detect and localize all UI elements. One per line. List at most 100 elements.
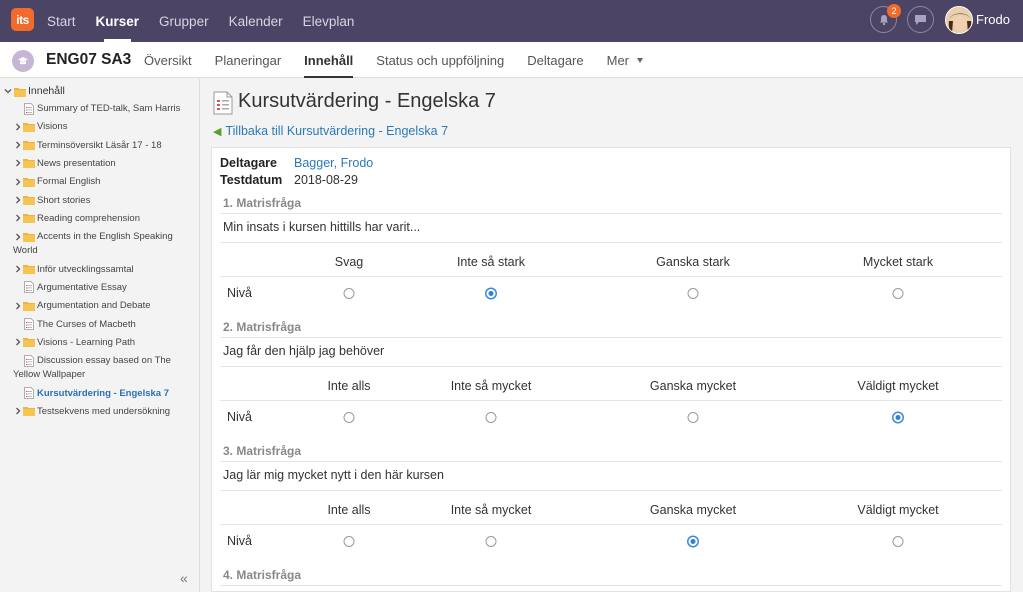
tab-planeringar[interactable]: Planeringar [215,42,282,78]
survey-card: Deltagare Bagger, Frodo Testdatum 2018-0… [211,147,1011,592]
avatar[interactable] [945,6,973,34]
divider [220,276,1002,277]
matrix-column-header: Svag [334,255,364,269]
tree-item[interactable]: Summary of TED-talk, Sam Harris [13,102,198,116]
matrix-radio[interactable] [343,536,355,547]
matrix-radio[interactable] [892,412,904,423]
tab-innehall[interactable]: Innehåll [304,42,354,78]
tree-item[interactable]: Argumentative Essay [13,281,198,295]
tree-item[interactable]: Terminsöversikt Läsår 17 - 18 [13,139,198,153]
matrix-column-header: Inte så mycket [450,379,532,393]
username[interactable]: Frodo [976,12,1010,27]
tree-item-label: Formal English [37,175,100,189]
tree-item[interactable]: Kursutvärdering - Engelska 7 [13,387,198,401]
divider [220,524,1002,525]
its-logo[interactable]: its [11,8,34,31]
tree-item-label-line: World [13,244,38,256]
divider [220,461,1002,462]
question-heading: 3. Matrisfråga [223,444,302,458]
matrix-radio[interactable] [485,412,497,423]
tree-item[interactable]: Reading comprehension [13,212,198,226]
chevron-right-icon[interactable] [13,263,22,276]
top-nav: Start Kurser Grupper Kalender Elevplan [47,0,374,42]
matrix-row-label: Nivå [227,286,253,300]
tab-status[interactable]: Status och uppföljning [376,42,504,78]
chevron-right-icon[interactable] [13,194,22,207]
matrix-radio[interactable] [687,288,699,299]
notification-badge: 2 [887,4,901,18]
matrix-radio[interactable] [485,536,497,547]
tree-item-label-line: Short stories [37,194,91,206]
messages-button[interactable] [907,6,934,33]
matrix-radio[interactable] [687,412,699,423]
survey-document-icon [213,91,233,115]
chevron-right-icon[interactable] [13,175,22,188]
chat-icon [915,14,926,25]
course-title: ENG07 SA3 [46,51,132,68]
tab-mer-label: Mer [606,52,629,68]
topnav-grupper[interactable]: Grupper [159,0,209,42]
course-tabs: Översikt Planeringar Innehåll Status och… [144,42,666,78]
tree-item[interactable]: The Curses of Macbeth [13,318,198,332]
tree-item[interactable]: Short stories [13,194,198,208]
testdate-value: 2018-08-29 [294,173,358,187]
chevron-right-icon[interactable] [13,212,22,225]
tree-item-label-line: Summary of TED-talk, Sam Harris [37,103,181,114]
tree-item[interactable]: Formal English [13,175,198,189]
chevron-right-icon[interactable] [13,299,22,312]
matrix-radio[interactable] [892,536,904,547]
tree-item[interactable]: Testsekvens med undersökning [13,405,198,419]
folder-icon [23,194,37,205]
tree-item[interactable]: Visions - Learning Path [13,336,198,350]
participant-link[interactable]: Bagger, Frodo [294,156,373,170]
tree-item[interactable]: Discussion essay based on The Yellow Wall… [13,354,198,381]
question-text: Min insats i kursen hittills har varit..… [223,220,421,234]
tab-oversikt[interactable]: Översikt [144,42,192,78]
matrix-radio[interactable] [892,288,904,299]
topnav-elevplan[interactable]: Elevplan [303,0,355,42]
chevron-right-icon[interactable] [13,405,22,418]
back-link-label: Tillbaka till Kursutvärdering - Engelska… [225,124,449,138]
topnav-start[interactable]: Start [47,0,76,42]
question-heading: 1. Matrisfråga [223,196,302,210]
matrix-column-header: Inte så mycket [450,503,532,517]
tree-item[interactable]: Argumentation and Debate [13,299,198,313]
main-content: Kursutvärdering - Engelska 7 ◀ Tillbaka … [201,79,1023,592]
tree-item-label-line: Yellow Wallpaper [13,368,86,380]
tree-root-innehall[interactable]: Innehåll [4,85,65,97]
tree-item-label: Discussion essay based on The Yellow Wall… [13,354,171,381]
chevron-right-icon[interactable] [13,157,22,170]
tree-item[interactable]: Inför utvecklingssamtal [13,263,198,277]
chevron-right-icon[interactable] [13,139,22,152]
document-icon [23,387,37,400]
back-link[interactable]: ◀ Tillbaka till Kursutvärdering - Engels… [213,124,448,138]
folder-icon [23,139,37,151]
tree-item-label-line: Reading comprehension [37,212,140,224]
divider [220,366,1002,367]
question-heading: 2. Matrisfråga [223,320,302,334]
chevron-right-icon[interactable] [13,230,22,243]
divider [220,490,1002,491]
folder-icon [23,405,37,417]
chevron-right-icon[interactable] [13,336,22,349]
topnav-kurser[interactable]: Kurser [96,0,139,42]
matrix-radio[interactable] [343,412,355,423]
matrix-column-header: Väldigt mycket [857,379,939,393]
matrix-radio[interactable] [485,288,497,299]
tree-item[interactable]: Accents in the English Speaking World [13,230,198,257]
tab-mer[interactable]: Mer [607,42,643,78]
chevron-right-icon[interactable] [13,120,22,133]
tree-item[interactable]: Visions [13,120,198,134]
topnav-kalender[interactable]: Kalender [229,0,283,42]
tree-item-label: Reading comprehension [37,212,140,226]
notifications-button[interactable]: 2 [870,4,901,33]
folder-icon [23,175,37,187]
tree-item[interactable]: News presentation [13,157,198,171]
matrix-radio[interactable] [687,536,699,547]
divider [220,213,1002,214]
tab-deltagare[interactable]: Deltagare [527,42,583,78]
tree-item-label: Inför utvecklingssamtal [37,263,134,277]
collapse-sidebar-icon[interactable]: « [180,570,188,586]
folder-icon [23,336,37,348]
matrix-radio[interactable] [343,288,355,299]
